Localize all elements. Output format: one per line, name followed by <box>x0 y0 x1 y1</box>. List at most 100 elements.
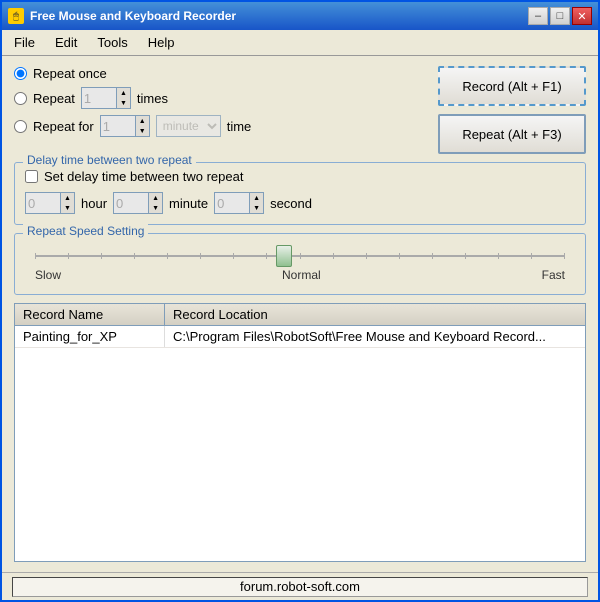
tick-9 <box>300 253 301 259</box>
repeat-once-label[interactable]: Repeat once <box>33 66 107 81</box>
status-bar: forum.robot-soft.com <box>2 572 598 600</box>
menu-tools[interactable]: Tools <box>91 33 133 52</box>
delay-minute-down[interactable]: ▼ <box>149 203 162 213</box>
tick-7 <box>233 253 234 259</box>
slider-labels: Slow Normal Fast <box>35 266 565 282</box>
tick-17 <box>564 253 565 259</box>
record-button[interactable]: Record (Alt + F1) <box>438 66 586 106</box>
repeat-once-radio[interactable] <box>14 67 27 80</box>
set-delay-label[interactable]: Set delay time between two repeat <box>44 169 243 184</box>
delay-checkbox-row: Set delay time between two repeat <box>25 169 575 184</box>
main-window: 🖱 Free Mouse and Keyboard Recorder – □ ✕… <box>0 0 600 602</box>
time-label: time <box>227 119 252 134</box>
fast-label: Fast <box>542 268 565 282</box>
slider-line <box>35 255 565 257</box>
repeat-times-down[interactable]: ▼ <box>117 98 130 108</box>
delay-second-input[interactable] <box>215 193 249 213</box>
menu-edit[interactable]: Edit <box>49 33 83 52</box>
table-row[interactable]: Painting_for_XP C:\Program Files\RobotSo… <box>15 326 585 348</box>
repeat-times-up[interactable]: ▲ <box>117 88 130 98</box>
status-bar-text: forum.robot-soft.com <box>12 577 588 597</box>
close-button[interactable]: ✕ <box>572 7 592 25</box>
tick-3 <box>101 253 102 259</box>
repeat-for-spinner[interactable]: ▲ ▼ <box>100 115 150 137</box>
delay-group: Delay time between two repeat Set delay … <box>14 162 586 225</box>
col-name-header: Record Name <box>15 304 165 325</box>
tick-5 <box>167 253 168 259</box>
title-bar: 🖱 Free Mouse and Keyboard Recorder – □ ✕ <box>2 2 598 30</box>
content-area: Repeat once Repeat ▲ ▼ times <box>2 56 598 572</box>
repeat-times-radio[interactable] <box>14 92 27 105</box>
menu-bar: File Edit Tools Help <box>2 30 598 56</box>
set-delay-checkbox[interactable] <box>25 170 38 183</box>
app-icon: 🖱 <box>8 8 24 24</box>
top-row: Repeat once Repeat ▲ ▼ times <box>14 66 586 154</box>
delay-hour-up[interactable]: ▲ <box>61 193 74 203</box>
normal-label: Normal <box>282 268 321 282</box>
speed-group: Repeat Speed Setting <box>14 233 586 295</box>
delay-minute-spinner: ▲ ▼ <box>113 192 163 214</box>
delay-minute-arrows: ▲ ▼ <box>148 193 162 213</box>
tick-11 <box>366 253 367 259</box>
repeat-times-input[interactable] <box>82 88 116 108</box>
repeat-times-row: Repeat ▲ ▼ times <box>14 87 428 109</box>
tick-10 <box>333 253 334 259</box>
record-name-cell: Painting_for_XP <box>15 326 165 347</box>
menu-help[interactable]: Help <box>142 33 181 52</box>
delay-second-label: second <box>270 196 312 211</box>
slow-label: Slow <box>35 268 61 282</box>
delay-second-up[interactable]: ▲ <box>250 193 263 203</box>
repeat-times-spinner[interactable]: ▲ ▼ <box>81 87 131 109</box>
tick-13 <box>432 253 433 259</box>
tick-6 <box>200 253 201 259</box>
left-controls: Repeat once Repeat ▲ ▼ times <box>14 66 428 154</box>
times-label: times <box>137 91 168 106</box>
tick-15 <box>498 253 499 259</box>
title-bar-text: Free Mouse and Keyboard Recorder <box>30 9 528 23</box>
repeat-times-label[interactable]: Repeat <box>33 91 75 106</box>
delay-minute-label: minute <box>169 196 208 211</box>
delay-hour-arrows: ▲ ▼ <box>60 193 74 213</box>
tick-8 <box>266 253 267 259</box>
speed-group-legend: Repeat Speed Setting <box>23 224 148 238</box>
tick-12 <box>399 253 400 259</box>
delay-hour-input[interactable] <box>26 193 60 213</box>
speed-slider-thumb[interactable] <box>276 245 292 267</box>
delay-minute-up[interactable]: ▲ <box>149 193 162 203</box>
tick-4 <box>134 253 135 259</box>
tick-14 <box>465 253 466 259</box>
tick-1 <box>35 253 36 259</box>
delay-group-legend: Delay time between two repeat <box>23 153 196 167</box>
table-header: Record Name Record Location <box>15 304 585 326</box>
slider-track <box>35 246 565 266</box>
delay-second-spinner: ▲ ▼ <box>214 192 264 214</box>
repeat-for-down[interactable]: ▼ <box>136 126 149 136</box>
restore-button[interactable]: □ <box>550 7 570 25</box>
delay-second-arrows: ▲ ▼ <box>249 193 263 213</box>
record-location-cell: C:\Program Files\RobotSoft\Free Mouse an… <box>165 326 585 347</box>
delay-hour-spinner: ▲ ▼ <box>25 192 75 214</box>
repeat-for-input[interactable] <box>101 116 135 136</box>
repeat-for-label[interactable]: Repeat for <box>33 119 94 134</box>
table-body: Painting_for_XP C:\Program Files\RobotSo… <box>15 326 585 561</box>
delay-hour-label: hour <box>81 196 107 211</box>
forum-link[interactable]: forum.robot-soft.com <box>240 579 360 594</box>
repeat-for-up[interactable]: ▲ <box>136 116 149 126</box>
tick-2 <box>68 253 69 259</box>
title-bar-buttons: – □ ✕ <box>528 7 592 25</box>
right-buttons: Record (Alt + F1) Repeat (Alt + F3) <box>438 66 586 154</box>
delay-second-down[interactable]: ▼ <box>250 203 263 213</box>
repeat-once-row: Repeat once <box>14 66 428 81</box>
delay-hour-down[interactable]: ▼ <box>61 203 74 213</box>
repeat-for-radio[interactable] <box>14 120 27 133</box>
repeat-for-row: Repeat for ▲ ▼ minute second hour time <box>14 115 428 137</box>
minimize-button[interactable]: – <box>528 7 548 25</box>
slider-ticks <box>35 255 565 259</box>
delay-minute-input[interactable] <box>114 193 148 213</box>
repeat-for-arrows: ▲ ▼ <box>135 116 149 136</box>
menu-file[interactable]: File <box>8 33 41 52</box>
tick-16 <box>531 253 532 259</box>
repeat-button[interactable]: Repeat (Alt + F3) <box>438 114 586 154</box>
repeat-for-unit-select[interactable]: minute second hour <box>156 115 221 137</box>
records-table: Record Name Record Location Painting_for… <box>14 303 586 562</box>
